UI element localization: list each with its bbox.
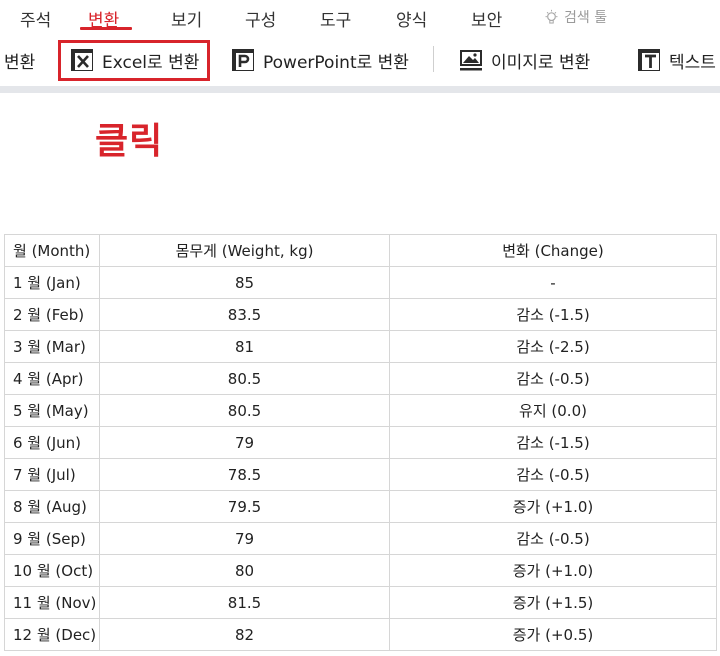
convert-to-powerpoint-button[interactable]: PowerPoint로 변환 [231,38,409,82]
cell-change: 감소 (-1.5) [389,298,717,331]
lightbulb-icon [545,9,558,24]
convert-to-text-button[interactable]: 텍스트 [637,38,716,82]
cell-month: 7 월 (Jul) [4,458,100,491]
cell-month: 5 월 (May) [4,394,100,427]
table-row: 11 월 (Nov) 81.5 증가 (+1.5) [4,586,717,619]
cell-weight: 80.5 [99,362,390,395]
image-icon [460,50,482,71]
cell-weight: 79.5 [99,490,390,523]
search-tool-label: 검색 툴 [564,10,608,26]
search-tool[interactable]: 검색 툴 [543,7,607,27]
cell-change: 유지 (0.0) [389,394,717,427]
cell-weight: 81.5 [99,586,390,619]
cell-change: 감소 (-0.5) [389,362,717,395]
header-weight: 몸무게 (Weight, kg) [99,234,390,267]
cell-weight: 78.5 [99,458,390,491]
cell-weight: 83.5 [99,298,390,331]
cell-weight: 80 [99,554,390,587]
ribbon-group-label-text: 변환 [4,52,36,73]
table-row: 10 월 (Oct) 80 증가 (+1.0) [4,554,717,587]
cell-month: 6 월 (Jun) [4,426,100,459]
cell-weight: 79 [99,522,390,555]
tab-security[interactable]: 보안 [471,6,502,31]
cell-change: 증가 (+1.0) [389,490,717,523]
cell-change: 감소 (-2.5) [389,330,717,363]
menu-bar: 주석 변환 보기 구성 도구 양식 보안 검색 툴 [0,0,720,34]
tab-organize[interactable]: 구성 [245,6,276,31]
table-row: 3 월 (Mar) 81 감소 (-2.5) [4,330,717,363]
table-row: 5 월 (May) 80.5 유지 (0.0) [4,394,717,427]
table-row: 2 월 (Feb) 83.5 감소 (-1.5) [4,298,717,331]
cell-month: 2 월 (Feb) [4,298,100,331]
convert-to-image-button[interactable]: 이미지로 변환 [459,38,590,82]
cell-change: - [389,266,717,299]
ribbon-bottom-border [0,86,720,93]
cell-month: 12 월 (Dec) [4,618,100,651]
cell-month: 9 월 (Sep) [4,522,100,555]
table-row: 7 월 (Jul) 78.5 감소 (-0.5) [4,458,717,491]
cell-month: 10 월 (Oct) [4,554,100,587]
ribbon-group-label: 변환 [4,38,35,82]
table-row: 12 월 (Dec) 82 증가 (+0.5) [4,618,717,651]
weight-table: 월 (Month) 몸무게 (Weight, kg) 변화 (Change) 1… [4,234,717,651]
cell-month: 8 월 (Aug) [4,490,100,523]
tab-forms[interactable]: 양식 [396,6,427,31]
tab-tools[interactable]: 도구 [320,6,351,31]
highlight-box [58,40,210,81]
tab-view[interactable]: 보기 [171,6,202,31]
cell-change: 감소 (-1.5) [389,426,717,459]
cell-month: 11 월 (Nov) [4,586,100,619]
cell-weight: 82 [99,618,390,651]
cell-month: 3 월 (Mar) [4,330,100,363]
convert-to-image-label: 이미지로 변환 [491,52,591,73]
table-row: 1 월 (Jan) 85- [4,266,717,299]
active-tab-indicator [80,27,132,30]
ribbon-divider [433,46,434,72]
header-month: 월 (Month) [4,234,100,267]
convert-to-powerpoint-label: PowerPoint로 변환 [263,52,409,73]
cell-weight: 79 [99,426,390,459]
cell-month: 1 월 (Jan) [4,266,100,299]
table-row: 4 월 (Apr) 80.5 감소 (-0.5) [4,362,717,395]
cell-weight: 85 [99,266,390,299]
table-row: 8 월 (Aug) 79.5 증가 (+1.0) [4,490,717,523]
cell-weight: 81 [99,330,390,363]
header-change: 변화 (Change) [389,234,717,267]
cell-change: 증가 (+1.0) [389,554,717,587]
text-icon [638,49,660,71]
table-row: 6 월 (Jun) 79 감소 (-1.5) [4,426,717,459]
cell-weight: 80.5 [99,394,390,427]
table-body: 1 월 (Jan) 85-2 월 (Feb) 83.5 감소 (-1.5) 3 월 (M… [4,266,717,651]
convert-to-text-label: 텍스트 [669,52,716,73]
cell-change: 감소 (-0.5) [389,522,717,555]
table-header-row: 월 (Month) 몸무게 (Weight, kg) 변화 (Change) [4,234,717,267]
click-callout: 클릭 [95,121,164,162]
cell-month: 4 월 (Apr) [4,362,100,395]
powerpoint-icon [232,49,254,71]
cell-change: 감소 (-0.5) [389,458,717,491]
cell-change: 증가 (+0.5) [389,618,717,651]
tab-annotate[interactable]: 주석 [20,6,51,31]
table-row: 9 월 (Sep) 79 감소 (-0.5) [4,522,717,555]
cell-change: 증가 (+1.5) [389,586,717,619]
